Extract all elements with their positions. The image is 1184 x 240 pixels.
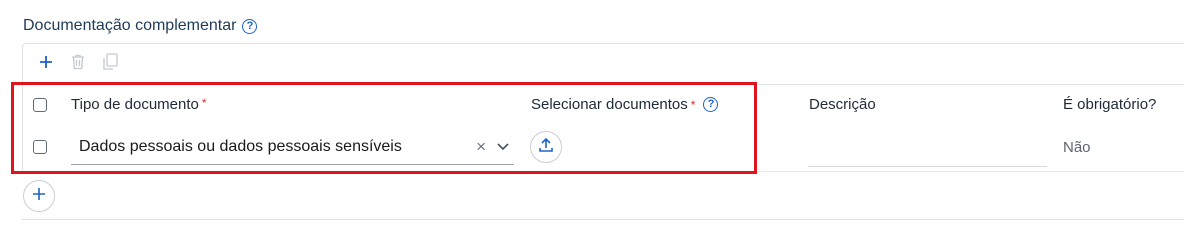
documents-panel: Tipo de documento * Selecionar documentos… bbox=[22, 43, 1184, 172]
plus-icon bbox=[32, 187, 46, 206]
copy-icon[interactable] bbox=[101, 52, 119, 72]
section-title-label: Documentação complementar bbox=[23, 17, 237, 34]
obrigatorio-value: Não bbox=[1063, 139, 1091, 156]
chevron-down-icon[interactable] bbox=[496, 139, 510, 158]
toolbar bbox=[37, 52, 119, 72]
select-all-checkbox[interactable] bbox=[33, 98, 47, 112]
tipo-documento-select[interactable]: Dados pessoais ou dados pessoais sensíve… bbox=[71, 129, 514, 165]
required-mark: * bbox=[201, 96, 207, 110]
descricao-field[interactable] bbox=[808, 166, 1047, 167]
upload-icon bbox=[538, 137, 554, 158]
column-header-obrigatorio: É obrigatório? bbox=[1063, 96, 1157, 113]
column-header-descricao: Descrição bbox=[809, 96, 876, 113]
trash-icon[interactable] bbox=[69, 52, 87, 72]
row-checkbox[interactable] bbox=[33, 140, 47, 154]
row-divider bbox=[23, 171, 1184, 172]
header-divider bbox=[23, 84, 1184, 85]
upload-button[interactable] bbox=[530, 131, 562, 163]
bottom-divider bbox=[22, 219, 1184, 220]
add-row-button[interactable] bbox=[23, 180, 55, 212]
add-icon[interactable] bbox=[37, 52, 55, 72]
help-icon[interactable]: ? bbox=[242, 18, 258, 34]
column-header-tipo-documento: Tipo de documento * bbox=[71, 96, 207, 113]
help-icon[interactable]: ? bbox=[703, 97, 719, 112]
required-mark: * bbox=[690, 97, 696, 112]
clear-icon[interactable]: × bbox=[476, 137, 486, 157]
section-title: Documentação complementar ? bbox=[23, 17, 258, 35]
tipo-documento-value: Dados pessoais ou dados pessoais sensíve… bbox=[79, 138, 402, 155]
column-header-selecionar-documentos: Selecionar documentos * ? bbox=[531, 96, 719, 113]
